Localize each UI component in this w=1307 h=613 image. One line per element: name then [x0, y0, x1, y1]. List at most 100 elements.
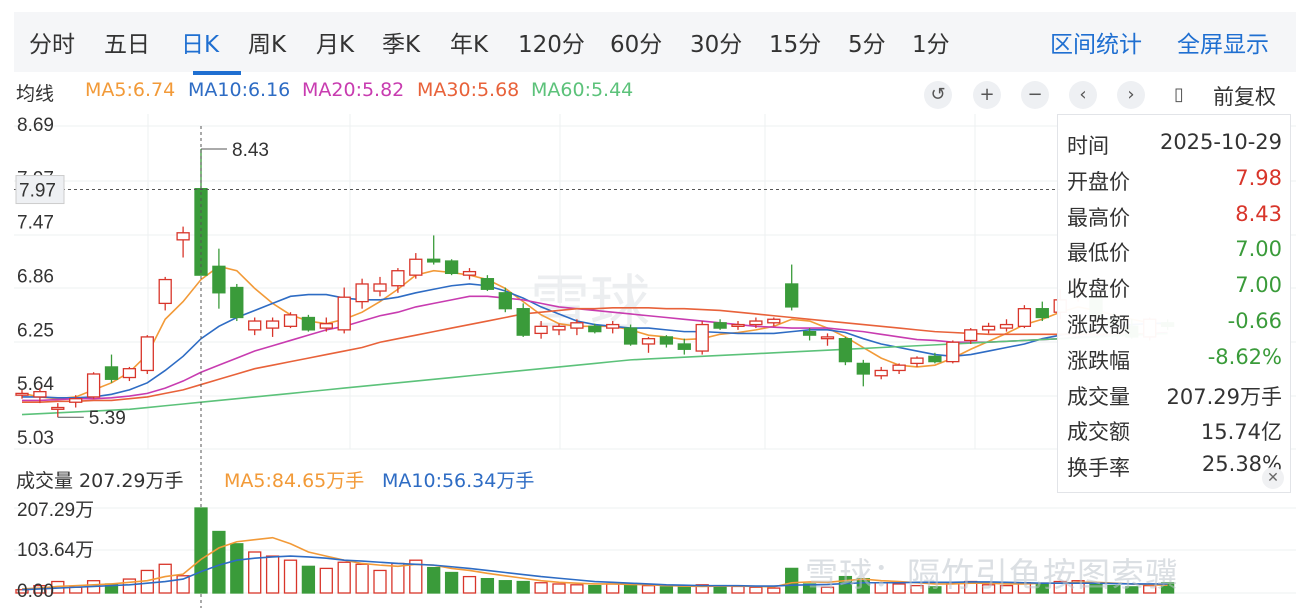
watermark: 雪球：隔竹引龟按图索骥 — [805, 555, 1179, 594]
volume-bar — [301, 565, 316, 594]
candle-body — [409, 258, 423, 276]
volume-bar — [427, 566, 441, 594]
volume-tick-label: 103.64万 — [17, 540, 94, 561]
candle-body — [588, 325, 602, 333]
candle-body — [265, 320, 280, 329]
candle-body — [69, 398, 83, 403]
info-value: 207.29万手 — [1166, 384, 1282, 409]
ma-line-ma30 — [22, 306, 1168, 404]
volume-bar — [283, 559, 298, 594]
volume-bar — [480, 577, 495, 594]
volume-bar — [391, 562, 405, 594]
candle-body — [86, 373, 101, 398]
info-value: -0.66 — [1227, 309, 1282, 333]
price-tick-label: 7.47 — [17, 213, 54, 234]
info-key: 涨跌额 — [1067, 313, 1130, 337]
candle-body — [767, 318, 781, 324]
candle-body — [516, 308, 530, 336]
volume-bar — [659, 586, 674, 594]
volume-bar — [373, 569, 387, 594]
candle-body — [158, 278, 172, 305]
info-row: 最高价 8.43 — [1067, 202, 1282, 230]
info-row: 开盘价 7.98 — [1067, 166, 1282, 194]
candle-body — [319, 323, 333, 329]
info-row: 成交量 207.29万手 — [1067, 381, 1282, 409]
max-price-label: 8.43 — [232, 140, 269, 161]
info-key: 最高价 — [1067, 205, 1130, 230]
info-value: 7.00 — [1235, 237, 1282, 262]
candle-body — [946, 341, 960, 363]
candle-body — [140, 336, 154, 372]
volume-bar — [588, 584, 602, 594]
volume-bar — [677, 586, 691, 594]
volume-bar — [265, 555, 280, 594]
candle-body — [15, 392, 29, 396]
info-key: 收盘价 — [1067, 277, 1130, 302]
volume-bar — [355, 563, 369, 594]
info-row: 收盘价 7.00 — [1067, 273, 1282, 301]
candle-body — [659, 336, 674, 345]
candle-body — [677, 343, 691, 350]
volume-bar — [534, 582, 548, 594]
info-panel: 时间 2025-10-29 开盘价 7.98 最高价 8.43 最低价 7.00 收盘价 7.00… — [1057, 114, 1291, 493]
candle-body — [999, 323, 1014, 329]
info-key: 开盘价 — [1067, 169, 1130, 194]
candle-body — [373, 283, 387, 292]
volume-bar — [570, 584, 584, 594]
candle-body — [552, 325, 566, 331]
candle-body — [498, 292, 512, 310]
price-tick-label: 6.25 — [17, 320, 54, 341]
volume-bar — [194, 507, 208, 594]
candle-body — [749, 320, 763, 326]
info-row: 涨跌额 -0.66 — [1067, 309, 1282, 337]
volume-bar — [462, 575, 477, 594]
candle-body — [248, 320, 262, 331]
candle-body — [283, 314, 298, 327]
candle-body — [462, 270, 477, 276]
volume-bar — [122, 578, 137, 594]
candle-body — [1035, 308, 1049, 319]
info-value: 8.43 — [1235, 201, 1282, 226]
volume-bar — [230, 543, 244, 594]
price-tick-label: 8.69 — [17, 115, 54, 136]
candle-body — [570, 322, 584, 329]
info-key: 涨跌幅 — [1067, 348, 1130, 373]
volume-tick-label: 207.29万 — [17, 500, 94, 521]
volume-bar — [212, 530, 226, 594]
volume-bar — [749, 586, 763, 594]
info-value: 15.74亿 — [1200, 420, 1282, 445]
volume-bar — [785, 567, 799, 594]
volume-bar — [444, 571, 459, 594]
volume-bar — [158, 563, 172, 594]
candle-body — [731, 323, 745, 327]
info-key: 成交量 — [1067, 384, 1130, 409]
info-value: 7.98 — [1235, 165, 1282, 190]
candle-body — [194, 188, 208, 276]
volume-legend-label: 成交量 207.29万手 — [16, 470, 184, 492]
info-value: 7.00 — [1235, 273, 1282, 298]
candle-body — [444, 260, 459, 275]
price-tick-label: 5.03 — [17, 428, 54, 449]
candle-body — [785, 283, 799, 308]
ma-line-ma10 — [22, 283, 1168, 399]
crosshair-price-label: 7.97 — [19, 181, 56, 202]
price-tick-label: 6.86 — [17, 267, 54, 288]
info-key: 最低价 — [1067, 241, 1130, 266]
candle-body — [695, 323, 709, 352]
candle-body — [892, 364, 906, 372]
candle-body — [856, 362, 870, 375]
volume-bar — [731, 585, 745, 594]
close-icon[interactable]: ✕ — [1262, 467, 1284, 489]
candle-body — [33, 390, 47, 398]
candle-body — [802, 330, 817, 336]
volume-ma10-legend: MA10:56.34万手 — [382, 470, 535, 492]
info-row: 换手率 25.38% — [1067, 452, 1282, 480]
candle-body — [301, 316, 316, 331]
candle-body — [964, 329, 978, 342]
volume-bar — [498, 580, 512, 594]
info-row: 涨跌幅 -8.62% — [1067, 345, 1282, 373]
volume-bar — [767, 587, 781, 594]
volume-bar — [337, 561, 351, 594]
candle-body — [122, 368, 137, 379]
candle-body — [820, 336, 835, 340]
